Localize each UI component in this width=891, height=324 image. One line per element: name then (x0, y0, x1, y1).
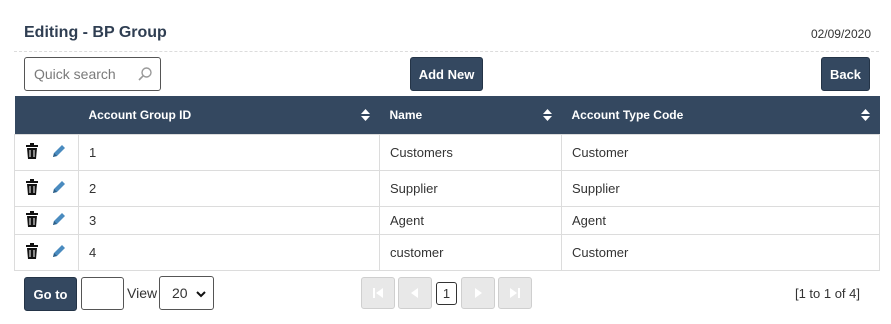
pencil-icon[interactable] (51, 211, 67, 230)
cell-name: Customers (379, 133, 562, 171)
actions-column-header (14, 96, 79, 134)
page-size-value: 20 (172, 285, 188, 301)
cell-account-group-id: 4 (78, 233, 380, 271)
chevron-down-icon (196, 291, 206, 298)
account-group-table: Account Group ID Name Account Type Code … (14, 96, 880, 271)
page-title: Editing - BP Group (24, 24, 167, 41)
trash-icon[interactable] (25, 142, 47, 162)
pencil-icon[interactable] (51, 243, 67, 262)
cell-name: Supplier (379, 169, 562, 207)
next-page-icon (475, 288, 482, 298)
trash-icon[interactable] (25, 178, 47, 198)
cell-account-type-code: Customer (561, 133, 880, 171)
column-header-label: Account Group ID (88, 107, 192, 122)
search-icon[interactable] (137, 66, 153, 82)
table-row: 2 Supplier Supplier (14, 169, 880, 207)
table-row: 1 Customers Customer (14, 133, 880, 171)
trash-icon[interactable] (25, 210, 47, 230)
cell-account-type-code: Customer (561, 233, 880, 271)
cell-name: customer (379, 233, 562, 271)
cell-account-type-code: Supplier (561, 169, 880, 207)
go-to-page-input[interactable] (81, 277, 124, 310)
next-page-button[interactable] (461, 277, 495, 309)
column-header-account-group-id[interactable]: Account Group ID (78, 96, 380, 134)
column-header-account-type-code[interactable]: Account Type Code (561, 96, 880, 134)
row-actions (14, 205, 79, 235)
sort-icon[interactable] (860, 109, 870, 121)
previous-page-button[interactable] (398, 277, 432, 309)
row-actions (14, 133, 79, 171)
add-new-button[interactable]: Add New (410, 57, 483, 91)
pencil-icon[interactable] (51, 179, 67, 198)
table-row: 4 customer Customer (14, 233, 880, 271)
page-size-select[interactable]: 20 (159, 276, 214, 310)
pencil-icon[interactable] (51, 143, 67, 162)
cell-account-type-code: Agent (561, 205, 880, 235)
cell-account-group-id: 3 (78, 205, 380, 235)
column-header-name[interactable]: Name (379, 96, 562, 134)
current-page-indicator[interactable]: 1 (436, 282, 457, 305)
sort-icon[interactable] (542, 109, 552, 121)
cell-account-group-id: 2 (78, 169, 380, 207)
title-divider (14, 51, 879, 52)
last-page-icon (510, 288, 520, 298)
column-header-label: Account Type Code (571, 107, 684, 122)
row-actions (14, 169, 79, 207)
prev-page-icon (411, 288, 418, 298)
go-to-button[interactable]: Go to (24, 277, 77, 311)
cell-name: Agent (379, 205, 562, 235)
cell-account-group-id: 1 (78, 133, 380, 171)
quick-search[interactable] (24, 57, 161, 91)
search-input[interactable] (25, 58, 135, 90)
row-actions (14, 233, 79, 271)
page-date: 02/09/2020 (810, 27, 871, 41)
column-header-label: Name (389, 107, 423, 122)
first-page-button[interactable] (361, 277, 395, 309)
last-page-button[interactable] (498, 277, 532, 309)
table-header-row: Account Group ID Name Account Type Code (14, 96, 880, 134)
trash-icon[interactable] (25, 242, 47, 262)
sort-icon[interactable] (360, 109, 370, 121)
first-page-icon (373, 288, 383, 298)
back-button[interactable]: Back (821, 57, 870, 91)
view-label: View (127, 285, 158, 301)
table-row: 3 Agent Agent (14, 205, 880, 235)
pagination-info: [1 to 1 of 4] (794, 286, 860, 301)
